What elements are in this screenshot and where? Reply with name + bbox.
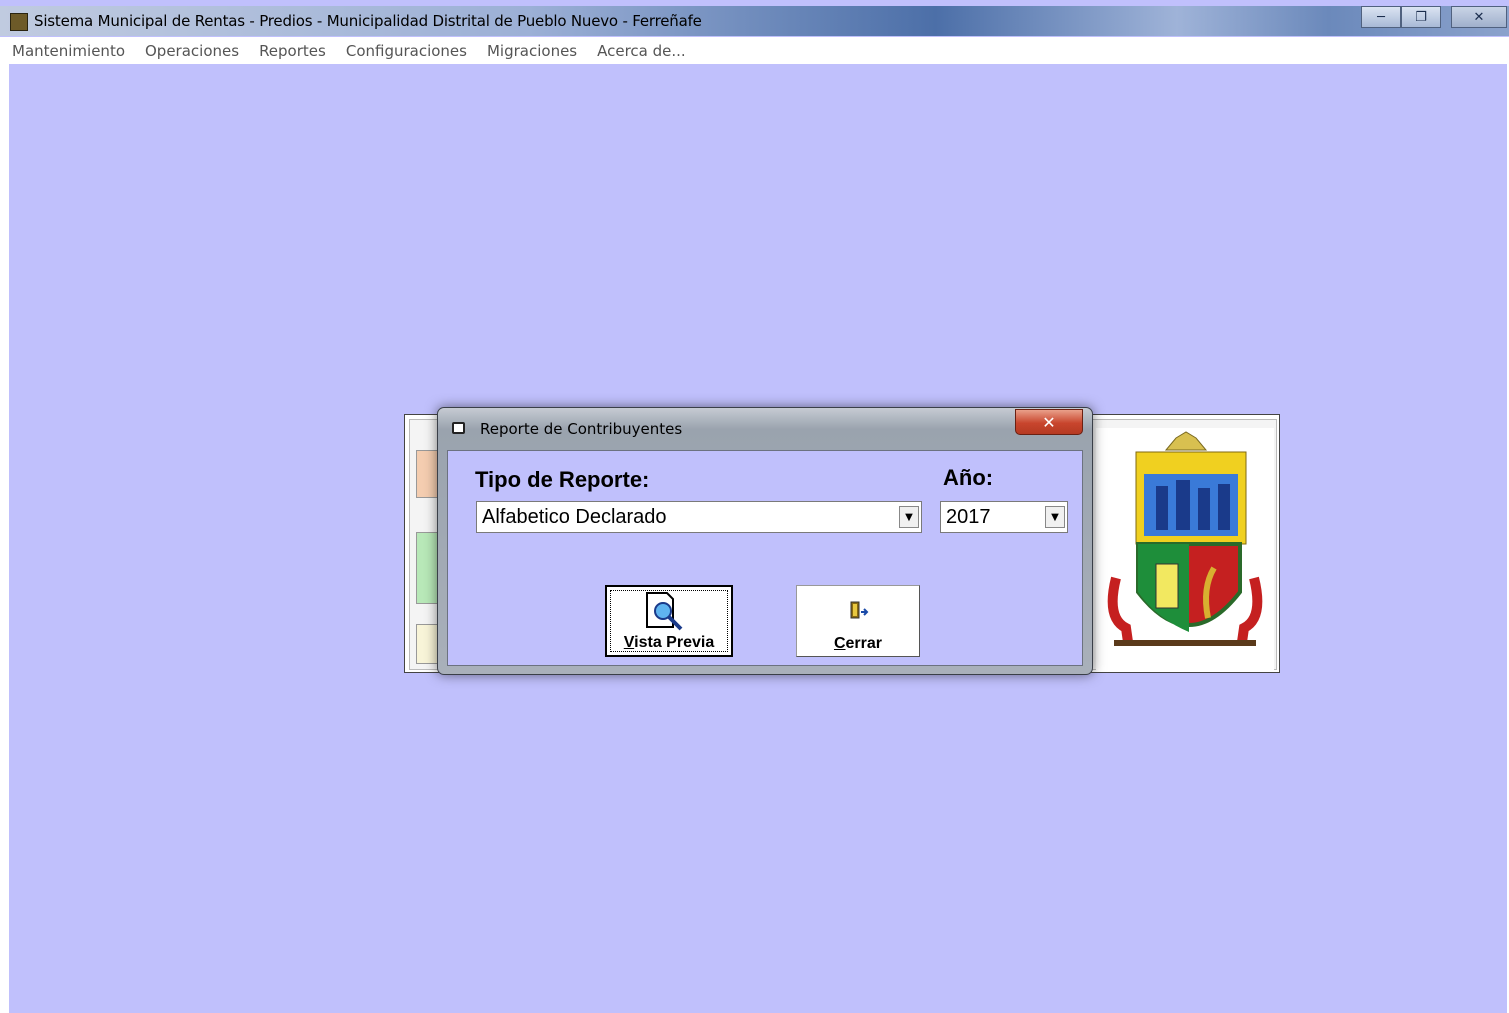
dialog-client-area: Tipo de Reporte: Año: Alfabetico Declara…: [447, 450, 1083, 666]
chevron-down-icon[interactable]: ▼: [1045, 506, 1065, 528]
dialog-title: Reporte de Contribuyentes: [480, 420, 683, 438]
cerrar-button[interactable]: Cerrar: [796, 585, 920, 657]
window-controls: ─ ❐ ✕: [1361, 6, 1507, 28]
menu-mantenimiento[interactable]: Mantenimiento: [12, 42, 125, 60]
menu-operaciones[interactable]: Operaciones: [145, 42, 239, 60]
anio-value: 2017: [946, 506, 991, 528]
dialog-window-icon: [452, 422, 465, 434]
window-title: Sistema Municipal de Rentas - Predios - …: [34, 12, 702, 30]
close-icon[interactable]: ✕: [1451, 6, 1507, 28]
tipo-reporte-label: Tipo de Reporte:: [475, 467, 650, 492]
chevron-down-icon[interactable]: ▼: [899, 506, 919, 528]
tipo-reporte-value: Alfabetico Declarado: [482, 506, 667, 528]
vista-previa-button[interactable]: Vista Previa: [605, 585, 733, 657]
menu-reportes[interactable]: Reportes: [259, 42, 326, 60]
report-dialog: Reporte de Contribuyentes ✕ Tipo de Repo…: [437, 407, 1093, 675]
window-titlebar[interactable]: Sistema Municipal de Rentas - Predios - …: [0, 6, 1509, 36]
menu-bar: Mantenimiento Operaciones Reportes Confi…: [0, 37, 1509, 65]
tipo-reporte-select[interactable]: Alfabetico Declarado ▼: [476, 501, 922, 533]
municipal-crest-logo: [1096, 428, 1274, 672]
window-left-border: [0, 64, 9, 1013]
anio-label: Año:: [943, 465, 994, 490]
dialog-close-icon[interactable]: ✕: [1015, 409, 1083, 435]
app-icon[interactable]: [10, 13, 28, 31]
exit-door-icon: [850, 601, 869, 619]
menu-acerca-de[interactable]: Acerca de...: [597, 42, 686, 60]
magnifier-document-icon: [646, 592, 683, 631]
restore-icon[interactable]: ❐: [1401, 6, 1441, 28]
menu-migraciones[interactable]: Migraciones: [487, 42, 577, 60]
anio-select[interactable]: 2017 ▼: [940, 501, 1068, 533]
vista-previa-caption: Vista Previa: [623, 634, 715, 651]
menu-configuraciones[interactable]: Configuraciones: [346, 42, 467, 60]
cerrar-caption: Cerrar: [833, 635, 883, 652]
minimize-icon[interactable]: ─: [1361, 6, 1401, 28]
